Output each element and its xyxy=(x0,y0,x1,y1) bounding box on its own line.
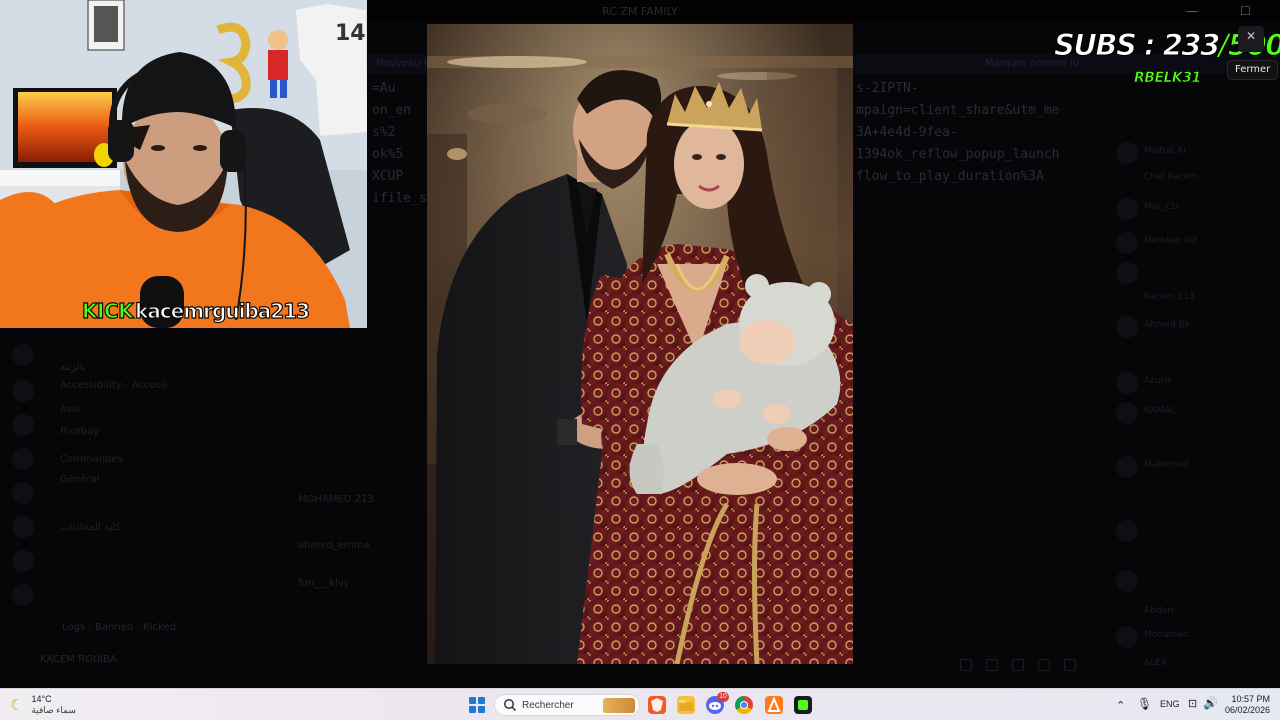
search-placeholder: Rechercher xyxy=(522,699,574,711)
discord-notification-badge: 10 xyxy=(717,692,729,702)
control-icon[interactable] xyxy=(960,659,972,671)
subs-current: 233 xyxy=(1162,28,1221,63)
member-name[interactable]: Azuriz xyxy=(1144,376,1172,386)
app-icon[interactable] xyxy=(765,696,783,714)
member-name[interactable]: Mohamed xyxy=(1144,630,1189,640)
moon-icon: ☾ xyxy=(10,696,24,714)
weather-condition: سماء صافية xyxy=(31,705,76,715)
message-link-right[interactable]: s-2IPTN-mpaign=client_share&utm_me 3A+4e4… xyxy=(856,78,1086,188)
language-indicator[interactable]: ENG xyxy=(1160,699,1180,709)
member-avatar[interactable] xyxy=(1116,520,1138,542)
member-avatar[interactable] xyxy=(1116,570,1138,592)
show-hidden-icons[interactable]: ⌃ xyxy=(1116,699,1125,712)
weather-widget[interactable]: ☾ 14°C سماء صافية xyxy=(10,693,76,717)
control-icon[interactable] xyxy=(986,659,998,671)
search-highlight-icon xyxy=(603,698,635,713)
microphone-icon[interactable]: 🎙 xyxy=(1137,697,1152,711)
voice-controls xyxy=(960,656,1090,671)
channel-item[interactable]: Général xyxy=(60,474,99,485)
member-name[interactable]: Abderr xyxy=(1144,606,1174,616)
maximize-icon[interactable]: ☐ xyxy=(1240,4,1251,18)
message-author[interactable]: MOHAMED 213 xyxy=(298,494,374,505)
taskbar-search-box[interactable]: Rechercher xyxy=(494,694,640,716)
streamer-camera-feed: 14 xyxy=(0,0,367,328)
kick-app-icon[interactable] xyxy=(794,696,812,714)
member-avatar[interactable] xyxy=(1116,232,1138,254)
member-avatar[interactable] xyxy=(1116,142,1138,164)
brave-icon[interactable] xyxy=(648,696,666,714)
server-icon[interactable] xyxy=(12,380,34,402)
clock-date: 06/02/2026 xyxy=(1224,705,1270,715)
minimize-icon[interactable]: — xyxy=(1186,4,1198,18)
member-name[interactable]: NAMAL xyxy=(1144,406,1176,416)
control-icon[interactable] xyxy=(1064,659,1076,671)
member-name[interactable]: Kacem 213 xyxy=(1144,292,1195,302)
member-name[interactable]: Member list xyxy=(1144,236,1197,246)
server-icon[interactable] xyxy=(12,482,34,504)
member-avatar[interactable] xyxy=(1116,626,1138,648)
windows-start-button[interactable] xyxy=(469,697,485,713)
channel-item[interactable]: بالرتبة xyxy=(60,362,86,373)
channel-item[interactable]: كلية المحادثات xyxy=(60,522,120,533)
member-avatar[interactable] xyxy=(1116,262,1138,284)
webcam-overlay: 14 KICK kacemrguiba213 xyxy=(0,0,367,328)
message-link-left[interactable]: =Au on_en s%2 ok%5 XCUP ifile_s xyxy=(372,78,432,210)
close-icon[interactable]: ✕ xyxy=(1246,29,1256,43)
current-user-name[interactable]: KACEM RGUIBA xyxy=(40,654,117,665)
chrome-icon[interactable] xyxy=(735,696,753,714)
kick-channel-name: kacemrguiba213 xyxy=(135,298,311,323)
member-name[interactable]: Mahmoud xyxy=(1144,460,1189,470)
channel-item[interactable]: Pixabay xyxy=(60,426,99,437)
svg-text:14: 14 xyxy=(335,21,366,46)
server-icon[interactable] xyxy=(12,550,34,572)
volume-icon[interactable]: 🔊 xyxy=(1203,696,1218,710)
member-avatar[interactable] xyxy=(1116,372,1138,394)
channel-logs[interactable]: Logs - Banned - Kicked xyxy=(62,622,176,633)
kick-logo: KICK xyxy=(81,298,134,323)
message-author[interactable]: ahmed_emma xyxy=(298,540,369,551)
kick-channel-badge: KICK kacemrguiba213 xyxy=(81,297,311,325)
image-viewer-photo[interactable] xyxy=(427,24,853,664)
channel-item[interactable]: Accessibility - Accueil xyxy=(60,380,167,391)
server-icon[interactable] xyxy=(12,344,34,366)
server-icon[interactable] xyxy=(12,414,34,436)
latest-subscriber: RBELK31 xyxy=(1134,70,1202,87)
subs-label: SUBS : xyxy=(1054,28,1163,63)
close-tooltip: Fermer xyxy=(1227,60,1279,80)
search-icon xyxy=(504,699,517,712)
taskbar-clock[interactable]: 10:57 PM 06/02/2026 xyxy=(1224,694,1270,716)
server-icon[interactable] xyxy=(12,448,34,470)
member-avatar[interactable] xyxy=(1116,316,1138,338)
member-name[interactable]: Chef Kacem xyxy=(1144,172,1198,182)
control-icon[interactable] xyxy=(1012,659,1024,671)
member-list: Mistral AI Chef Kacem Mar_CU Member list… xyxy=(1108,80,1280,680)
channel-item[interactable]: Commandes xyxy=(60,454,123,465)
file-explorer-icon[interactable] xyxy=(677,696,695,714)
control-icon[interactable] xyxy=(1038,659,1050,671)
member-avatar[interactable] xyxy=(1116,456,1138,478)
server-icon[interactable] xyxy=(12,516,34,538)
network-icon[interactable]: ⊡ xyxy=(1188,697,1197,710)
subs-separator: / xyxy=(1218,28,1230,63)
member-avatar[interactable] xyxy=(1116,198,1138,220)
channel-sidebar: بالرتبة Accessibility - Accueil Avis Pix… xyxy=(0,328,240,688)
weather-temperature: 14°C xyxy=(31,694,52,704)
message-author[interactable]: fun___klvy xyxy=(298,578,350,589)
windows-taskbar: ☾ 14°C سماء صافية Rechercher 10 ⌃ 🎙 ENG … xyxy=(0,688,1280,720)
server-icon[interactable] xyxy=(12,584,34,606)
channel-item[interactable]: Avis xyxy=(60,404,80,415)
member-name[interactable]: ALEX xyxy=(1144,658,1167,668)
member-name[interactable]: Mistral AI xyxy=(1144,146,1186,156)
screen: RC ZM FAMILY — ☐ Nouveau Post Marquer co… xyxy=(0,0,1280,720)
member-name[interactable]: Ahmed Bk xyxy=(1144,320,1190,330)
family-portrait-image xyxy=(427,24,853,664)
member-avatar[interactable] xyxy=(1116,402,1138,424)
member-name[interactable]: Mar_CU xyxy=(1144,202,1178,212)
clock-time: 10:57 PM xyxy=(1231,694,1270,704)
